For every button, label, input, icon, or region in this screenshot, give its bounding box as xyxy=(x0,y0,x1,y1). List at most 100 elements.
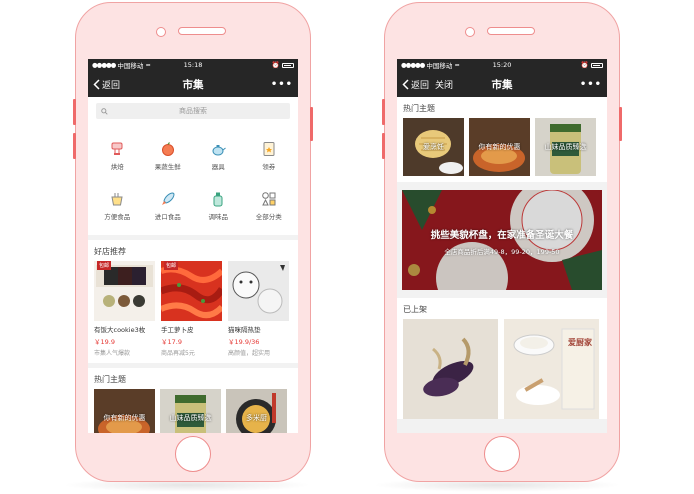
topic-caption: 多米厨 xyxy=(246,414,267,422)
chevron-left-icon xyxy=(93,78,100,90)
right-phone-home-button[interactable] xyxy=(484,436,520,472)
category-label: 全部分类 xyxy=(255,213,282,221)
product-price: ￥19.9/36 xyxy=(228,338,260,346)
right-screen: ●●●●● 中国移动 ≈ 15:20 ⏰ 返回 关闭 市集 ••• 热门主题 爱… xyxy=(397,59,607,433)
category-grid: 烘焙 果蔬生鲜 器具 领券 方便食品 进口食品 调味品 全部分类 xyxy=(88,125,298,235)
back-button[interactable]: 返回 xyxy=(402,78,429,91)
topic-caption: 你有新的优惠 xyxy=(103,414,146,422)
topic-caption: 爱烹饪 xyxy=(423,143,444,151)
more-menu-button[interactable]: ••• xyxy=(271,79,293,90)
nav-bar: 返回 关闭 市集 ••• xyxy=(397,71,607,97)
right-phone-camera xyxy=(465,27,475,37)
topic-caption: 你有新的优惠 xyxy=(478,143,521,151)
product-image-radish-skin: 包邮 xyxy=(161,261,222,321)
banner-title: 挑些美貌杯盘，在家准备圣诞大餐 xyxy=(430,230,574,241)
christmas-banner[interactable]: 挑些美貌杯盘，在家准备圣诞大餐 全店商品折后满49-8，99-20，199-50 xyxy=(402,190,602,290)
category-label: 烘焙 xyxy=(110,163,124,171)
search-input[interactable]: 商品搜索 xyxy=(96,103,290,119)
left-screen: ●●●●● 中国移动 ≈ 15:18 ⏰ 返回 市集 ••• 商品搜索 烘焙 果… xyxy=(88,59,298,433)
product-note: 市集人气爆款 xyxy=(94,350,131,357)
product-name: 猫咪隔热垫 xyxy=(228,326,261,334)
product-brand-label: 爱厨家 xyxy=(568,338,592,347)
battery-icon xyxy=(591,62,603,68)
left-phone-volume-up xyxy=(73,99,76,125)
category-label: 领券 xyxy=(262,163,276,171)
instant-food-icon xyxy=(111,193,123,206)
product-name: 有饭大cookie3枚 xyxy=(94,326,146,334)
left-phone-volume-down xyxy=(73,133,76,159)
right-phone-volume-up xyxy=(382,99,385,125)
product-card[interactable]: 包邮 手工萝卜皮 ￥17.9 商品再减5元 xyxy=(161,261,222,357)
topic-card[interactable]: 你有新的优惠 xyxy=(469,118,530,176)
topic-card[interactable]: 爱烹饪 xyxy=(403,118,464,176)
product-name: 手工萝卜皮 xyxy=(161,326,194,334)
left-phone-camera xyxy=(156,27,166,37)
category-all[interactable]: 全部分类 xyxy=(244,181,295,231)
back-label: 返回 xyxy=(102,80,121,91)
topic-card[interactable]: 山妹品质臻选 xyxy=(535,118,596,176)
on-shelf-list: 爱厨家 xyxy=(397,319,607,419)
left-phone-power-button xyxy=(310,107,313,141)
product-image-cat-mat xyxy=(228,261,289,321)
hot-topics-list: 爱烹饪 你有新的优惠 山妹品质臻选 xyxy=(397,118,607,182)
right-phone-speaker xyxy=(487,27,535,35)
hot-topics-list: 你有新的优惠 山妹品质臻选 多米厨 xyxy=(88,389,298,433)
shelf-item-rice-flour[interactable]: 爱厨家 xyxy=(504,319,599,419)
chevron-left-icon xyxy=(402,78,409,90)
free-shipping-badge: 包邮 xyxy=(97,261,112,270)
topic-caption: 山妹品质臻选 xyxy=(544,143,587,151)
free-shipping-badge: 包邮 xyxy=(164,261,179,270)
battery-icon xyxy=(282,62,294,68)
status-bar: ●●●●● 中国移动 ≈ 15:20 ⏰ xyxy=(397,59,607,71)
status-time: 15:20 xyxy=(492,61,512,69)
coupon-icon xyxy=(263,142,275,156)
product-image-cookies: 包邮 xyxy=(94,261,155,321)
rocket-icon xyxy=(161,192,175,205)
category-label: 调味品 xyxy=(208,213,229,221)
back-button[interactable]: 返回 xyxy=(93,78,120,91)
right-phone-power-button xyxy=(619,107,622,141)
product-note: 商品再减5元 xyxy=(161,350,195,357)
left-phone-speaker xyxy=(178,27,226,35)
apple-icon xyxy=(161,142,174,156)
left-phone-home-button[interactable] xyxy=(175,436,211,472)
product-card[interactable]: 包邮 有饭大cookie3枚 ￥19.9 市集人气爆款 xyxy=(94,261,155,357)
on-shelf-title: 已上架 xyxy=(397,298,607,319)
topic-card[interactable]: 你有新的优惠 xyxy=(94,389,155,433)
category-coupon[interactable]: 领券 xyxy=(244,131,295,181)
category-condiment[interactable]: 调味品 xyxy=(193,181,244,231)
shelf-item-purple-corn[interactable] xyxy=(403,319,498,419)
category-fresh[interactable]: 果蔬生鲜 xyxy=(143,131,194,181)
topic-card[interactable]: 山妹品质臻选 xyxy=(160,389,221,433)
category-label: 进口食品 xyxy=(154,213,181,221)
back-label: 返回 xyxy=(411,80,430,91)
more-menu-button[interactable]: ••• xyxy=(580,79,602,90)
category-label: 方便食品 xyxy=(104,213,131,221)
category-instant-food[interactable]: 方便食品 xyxy=(92,181,143,231)
status-bar: ●●●●● 中国移动 ≈ 15:18 ⏰ xyxy=(88,59,298,71)
nav-bar: 返回 市集 ••• xyxy=(88,71,298,97)
baking-mixer-icon xyxy=(111,142,123,155)
status-time: 15:18 xyxy=(183,61,203,69)
all-categories-icon xyxy=(261,192,276,206)
topic-card[interactable]: 多米厨 xyxy=(226,389,287,433)
condiment-bottle-icon xyxy=(213,192,223,207)
banner-subtitle: 全店商品折后满49-8，99-20，199-50 xyxy=(444,248,560,256)
hot-topics-title: 热门主题 xyxy=(88,368,298,389)
good-shops-title: 好店推荐 xyxy=(88,240,298,261)
left-phone: ●●●●● 中国移动 ≈ 15:18 ⏰ 返回 市集 ••• 商品搜索 烘焙 果… xyxy=(73,2,313,482)
right-phone-volume-down xyxy=(382,133,385,159)
mockup-stage: ●●●●● 中国移动 ≈ 15:18 ⏰ 返回 市集 ••• 商品搜索 烘焙 果… xyxy=(0,0,694,494)
product-price: ￥19.9 xyxy=(94,338,115,346)
close-button[interactable]: 关闭 xyxy=(435,78,453,91)
good-shops-list: 包邮 有饭大cookie3枚 ￥19.9 市集人气爆款 包邮 手工萝卜皮 ￥17… xyxy=(88,261,298,363)
category-label: 器具 xyxy=(211,163,225,171)
category-label: 果蔬生鲜 xyxy=(154,163,181,171)
category-baking[interactable]: 烘焙 xyxy=(92,131,143,181)
search-container: 商品搜索 xyxy=(88,97,298,125)
topic-caption: 山妹品质臻选 xyxy=(169,414,212,422)
category-imported[interactable]: 进口食品 xyxy=(143,181,194,231)
right-phone: ●●●●● 中国移动 ≈ 15:20 ⏰ 返回 关闭 市集 ••• 热门主题 爱… xyxy=(382,2,622,482)
product-card[interactable]: 猫咪隔热垫 ￥19.9/36 高颜值，超实用 xyxy=(228,261,289,357)
category-utensils[interactable]: 器具 xyxy=(193,131,244,181)
